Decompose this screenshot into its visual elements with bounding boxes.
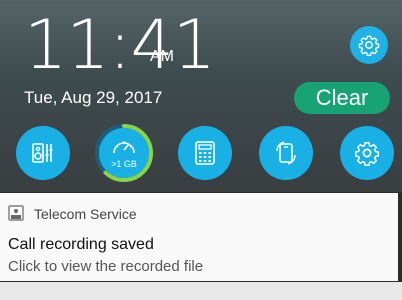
notification-list-bottom — [0, 282, 402, 300]
notification-card[interactable]: Telecom Service Call recording saved Cli… — [0, 193, 398, 281]
clock-ampm: AM — [150, 48, 174, 65]
screen-rotate-toggle[interactable] — [259, 126, 313, 180]
notification-title: Call recording saved — [8, 236, 154, 253]
boost-toggle[interactable]: >1 GB — [95, 124, 153, 182]
clock-time: 11:41 — [24, 6, 216, 85]
rec-icon — [8, 205, 24, 221]
notification-app-name: Telecom Service — [34, 206, 137, 222]
audio-equalizer-icon — [32, 143, 53, 163]
notification-text: Click to view the recorded file — [8, 258, 204, 275]
calculator-icon — [195, 141, 215, 165]
boost-memory-label: >1 GB — [111, 159, 137, 169]
rotate-icon — [276, 141, 296, 165]
calculator-toggle[interactable] — [178, 126, 232, 180]
gear-icon — [354, 141, 380, 166]
audio-wizard-toggle[interactable] — [16, 126, 70, 180]
date-label: Tue, Aug 29, 2017 — [24, 88, 163, 107]
gear-icon — [358, 35, 380, 56]
notification-shade: 11:41 AM Tue, Aug 29, 2017 Clear >1 GB — [0, 0, 402, 192]
settings-button[interactable] — [350, 26, 388, 64]
speedometer-icon — [113, 141, 135, 154]
phone-screen: 11:41 AM Tue, Aug 29, 2017 Clear >1 GB T… — [0, 0, 402, 300]
clear-button[interactable]: Clear — [294, 82, 390, 114]
settings-toggle[interactable] — [340, 126, 394, 180]
clock: 11:41 — [24, 6, 216, 85]
